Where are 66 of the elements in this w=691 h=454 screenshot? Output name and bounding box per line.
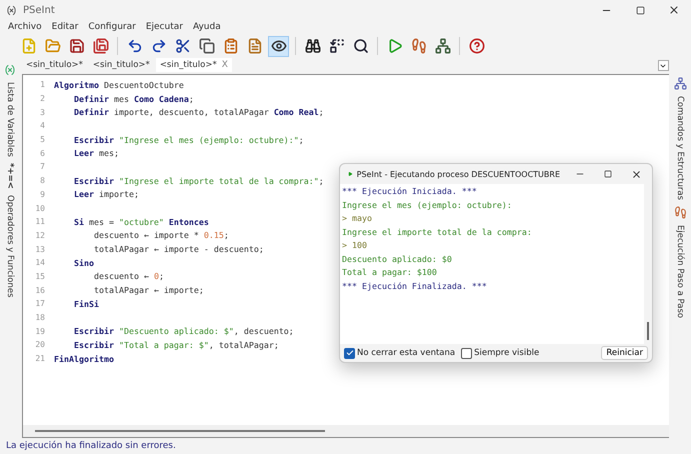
line-number: 12 (34, 230, 45, 240)
line-number: 2 (39, 94, 45, 104)
code-line: totalAPagar ← importe; (94, 285, 204, 296)
code-line: Definir mes Como Cadena; (74, 94, 194, 104)
side-panel-tab[interactable]: Ejecución Paso a Paso (675, 225, 685, 318)
line-number: 13 (34, 244, 45, 254)
line-number: 14 (34, 258, 45, 268)
line-number: 20 (34, 340, 45, 350)
line-number: 5 (39, 135, 45, 144)
line-number: 19 (34, 326, 45, 336)
console-line: Total a pagar: $100 (342, 267, 438, 279)
code-line: Escribir "Ingrese el mes (ejemplo: octubre):"; (74, 134, 304, 145)
console-line: Ingrese el importe total de la compra: (342, 226, 533, 239)
console-line: *** Ejecución Iniciada. *** (342, 186, 478, 198)
code-line: totalAPagar ← importe - descuento; (94, 244, 264, 254)
status-message: La ejecución ha finalizado sin errores. (5, 440, 177, 453)
line-number: 4 (39, 121, 45, 130)
code-line: descuento ← 0; (94, 271, 164, 282)
checkbox-label: No cerrar esta ventana (357, 348, 456, 358)
menu-item[interactable]: Archivo (8, 22, 42, 32)
code-line: Leer mes; (74, 148, 119, 158)
line-number: 10 (34, 204, 45, 213)
side-panel-tab[interactable]: Lista de Variables (5, 82, 15, 157)
line-number: 1 (39, 80, 45, 90)
code-line: Escribir "Descuento aplicado: $", descuento; (74, 326, 294, 336)
console-line: Ingrese el mes (ejemplo: octubre): (342, 200, 513, 212)
side-panel-tab[interactable]: Operadores y Funciones (5, 194, 15, 298)
console-line: Descuento aplicado: $0 (342, 254, 453, 266)
console-line: > 100 (342, 240, 368, 252)
editor-tab[interactable]: <sin_titulo>* (88, 58, 154, 72)
code-line: Sino (74, 258, 94, 268)
line-number: 21 (34, 354, 45, 364)
code-line: Si mes = "octubre" Entonces (74, 216, 209, 227)
code-line: FinAlgoritmo (54, 354, 114, 364)
menu-item[interactable]: Configurar (88, 22, 136, 32)
checkbox-label: Siempre visible (474, 348, 540, 358)
line-number: 16 (34, 286, 45, 295)
line-number: 18 (34, 313, 45, 322)
line-number: 7 (39, 162, 45, 172)
code-line: descuento ← importe * 0.15; (94, 230, 229, 240)
code-line: Escribir "Ingrese el importe total de la compra:"; (74, 176, 324, 186)
line-number: 15 (34, 272, 45, 281)
operators-symbol: *+=< (5, 162, 15, 189)
side-panel-tab[interactable]: Comandos y Estructuras (675, 96, 685, 200)
menu-item[interactable]: Editar (52, 22, 78, 32)
line-number: 8 (39, 176, 45, 186)
code-line: Escribir "Total a pagar: $", totalAPagar; (74, 340, 279, 350)
menu-item[interactable]: Ejecutar (146, 22, 183, 32)
line-number: 17 (34, 299, 45, 308)
editor-tab[interactable]: <sin_titulo>* (22, 58, 87, 72)
window-title: PSeInt (23, 4, 55, 16)
console-line: *** Ejecución Finalizada. *** (342, 280, 488, 293)
code-line: Algoritmo DescuentoOctubre (54, 80, 184, 90)
editor-tab[interactable]: <sin_titulo>* X (156, 58, 232, 72)
restart-button[interactable]: Reiniciar (601, 346, 648, 360)
code-line: Definir importe, descuento, totalAPagar Como Real; (74, 107, 324, 118)
code-line: FinSi (74, 298, 99, 309)
line-number: 11 (34, 217, 45, 226)
menu-item[interactable]: Ayuda (192, 22, 221, 32)
console-title: PSeInt - Ejecutando proceso DESCUENTOOCTUBRE (356, 170, 560, 178)
code-line: Leer importe; (74, 189, 139, 200)
console-line: > mayo (342, 213, 373, 225)
line-number: 3 (39, 108, 45, 117)
line-number: 6 (39, 148, 45, 158)
line-number: 9 (39, 190, 45, 199)
tab-close-button[interactable]: X (222, 60, 228, 70)
